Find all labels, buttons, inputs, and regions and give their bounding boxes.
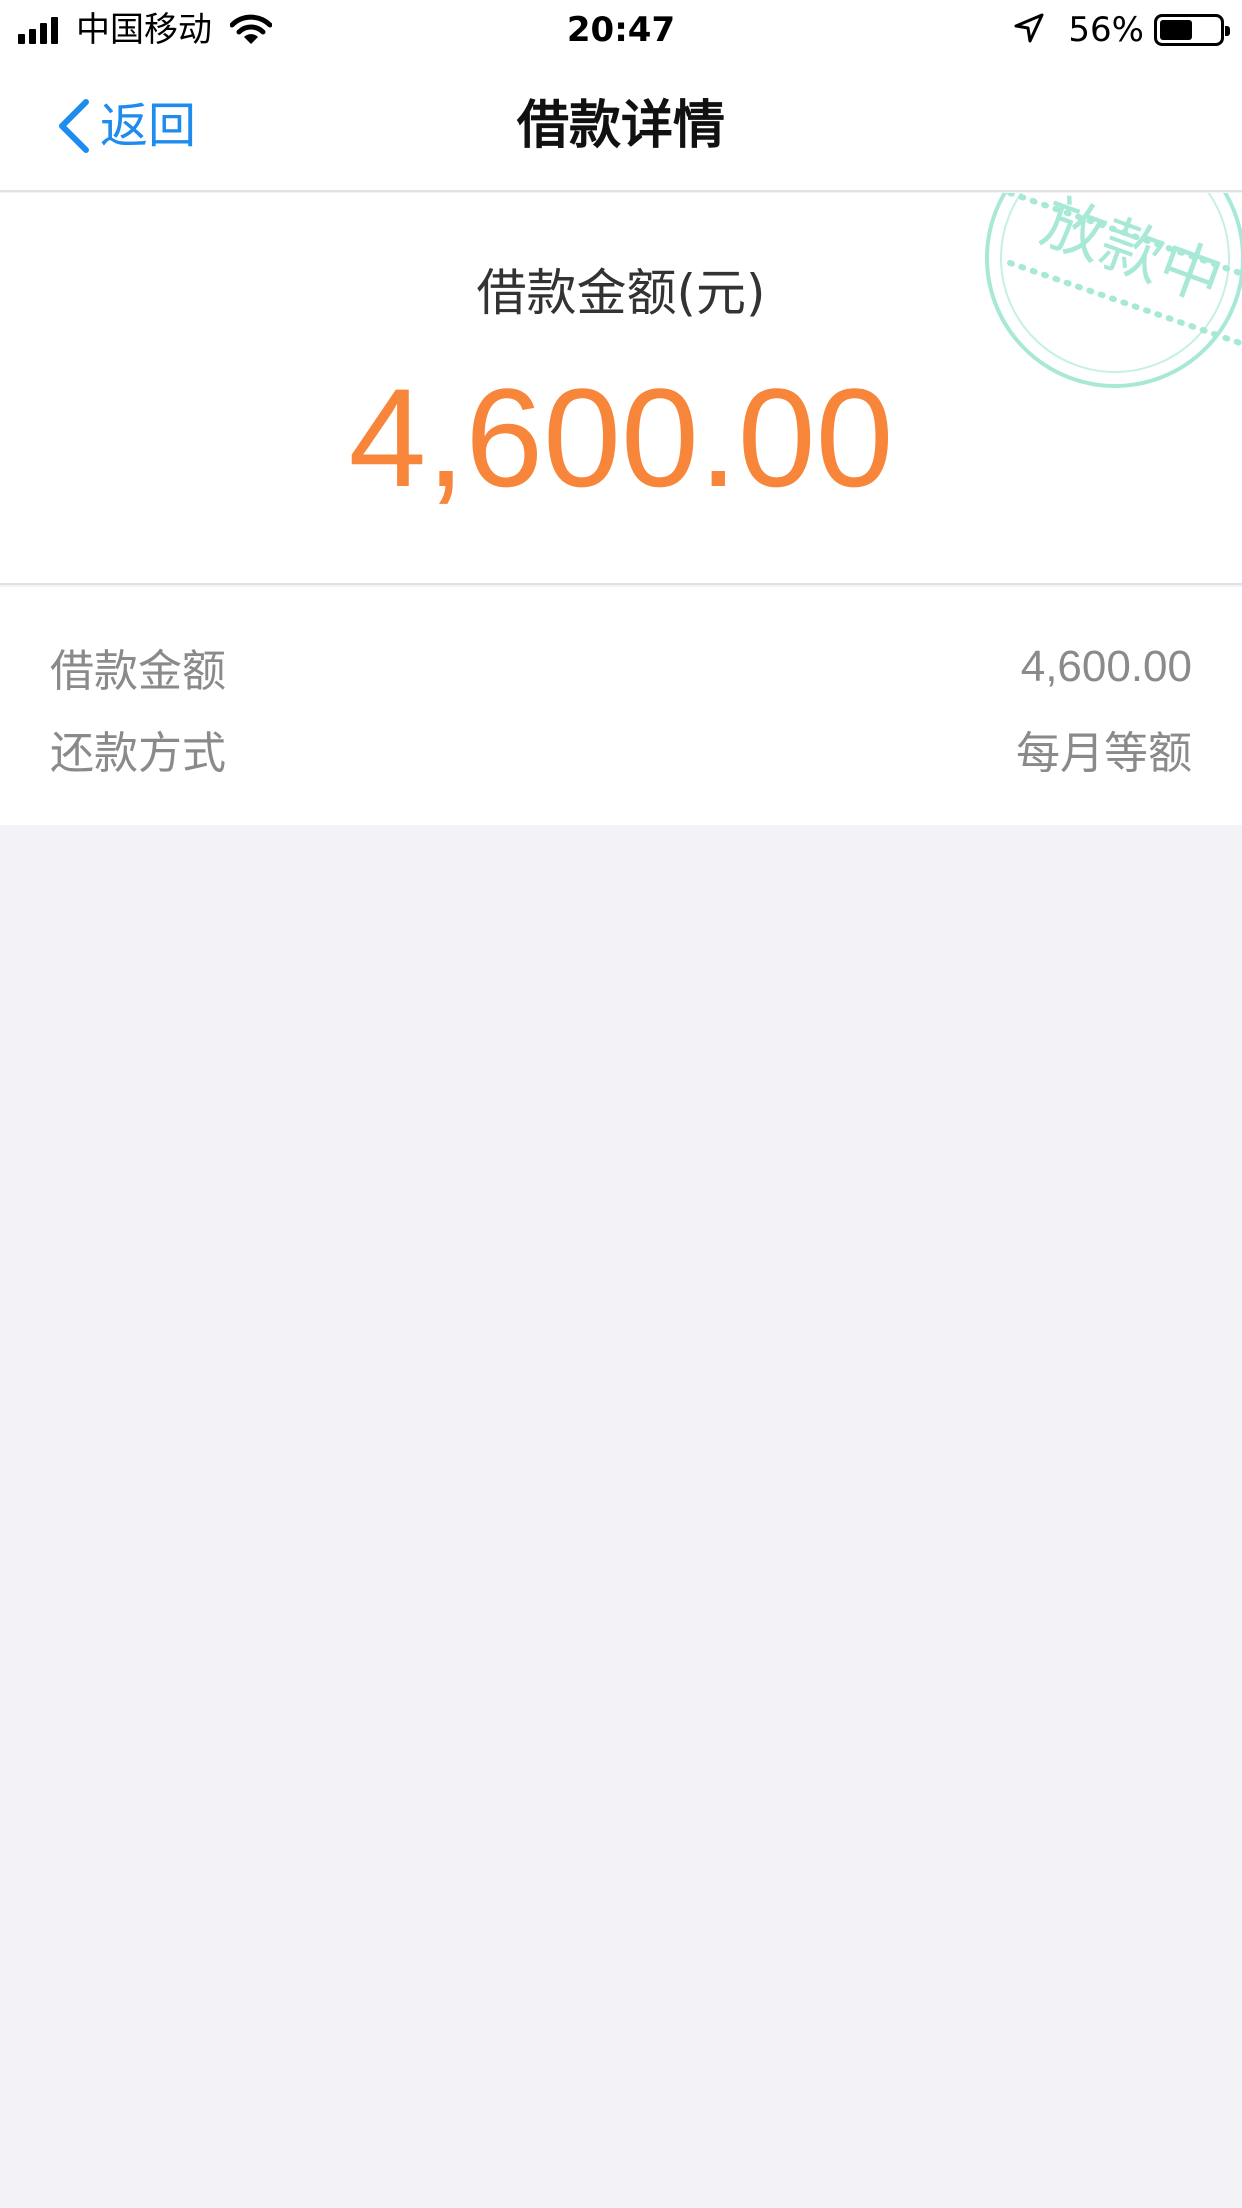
- detail-value: 4,600.00: [1020, 642, 1192, 691]
- status-right: 56%: [1014, 10, 1230, 50]
- battery-fill: [1160, 20, 1192, 40]
- status-bar: 中国移动 20:47 56%: [0, 0, 1242, 60]
- amount-value: 4,600.00: [348, 359, 894, 516]
- loan-details: 借款金额 4,600.00 还款方式 每月等额: [0, 587, 1242, 825]
- loan-amount-card: 放款中 借款金额(元) 4,600.00: [0, 193, 1242, 585]
- detail-label: 还款方式: [50, 728, 226, 779]
- detail-row-repayment-method: 还款方式 每月等额: [50, 714, 1192, 784]
- battery-icon: [1154, 14, 1230, 46]
- amount-label: 借款金额(元): [476, 264, 766, 322]
- detail-value: 每月等额: [1016, 729, 1192, 778]
- location-arrow-icon: [1014, 13, 1044, 47]
- detail-row-loan-amount: 借款金额 4,600.00: [50, 632, 1192, 702]
- battery-tip: [1225, 26, 1230, 36]
- battery-percent: 56%: [1068, 10, 1144, 50]
- page-title: 借款详情: [516, 96, 725, 156]
- navigation-bar: 返回 借款详情: [0, 60, 1242, 192]
- detail-label: 借款金额: [50, 646, 226, 697]
